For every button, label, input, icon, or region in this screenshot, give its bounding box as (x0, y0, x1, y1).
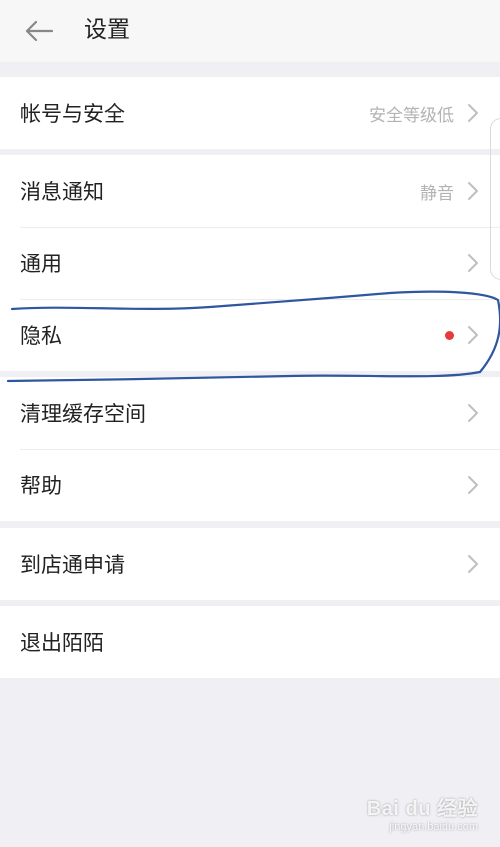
arrow-left-icon (25, 20, 54, 42)
page-title: 设置 (84, 17, 130, 43)
settings-item-account-security[interactable]: 帐号与安全 安全等级低 (0, 77, 500, 149)
watermark-logo: Bai du 经验 (366, 798, 478, 820)
chevron-right-icon (466, 552, 480, 576)
settings-item-label: 隐私 (20, 324, 62, 348)
group-general: 消息通知 静音 通用 隐私 (0, 155, 500, 371)
logout-button[interactable]: 退出陌陌 (0, 606, 500, 678)
watermark-url: jingyan.baidu.com (389, 821, 478, 833)
group-maintenance: 清理缓存空间 帮助 (0, 377, 500, 521)
settings-item-label: 帮助 (20, 474, 62, 498)
app-header: 设置 (0, 0, 500, 62)
settings-item-label: 消息通知 (20, 180, 104, 204)
settings-item-clear-cache[interactable]: 清理缓存空间 (0, 377, 500, 449)
chevron-right-icon (466, 323, 480, 347)
group-logout: 退出陌陌 (0, 606, 500, 678)
group-account: 帐号与安全 安全等级低 (0, 77, 500, 149)
settings-item-store-application[interactable]: 到店通申请 (0, 528, 500, 600)
settings-item-help[interactable]: 帮助 (0, 449, 500, 521)
settings-item-label: 帐号与安全 (20, 102, 125, 126)
chevron-right-icon (466, 179, 480, 203)
settings-item-notifications[interactable]: 消息通知 静音 (0, 155, 500, 227)
settings-item-general[interactable]: 通用 (0, 227, 500, 299)
chevron-right-icon (466, 401, 480, 425)
back-button[interactable] (22, 14, 56, 48)
notification-dot-badge (445, 330, 454, 340)
security-level-value: 安全等级低 (369, 105, 454, 126)
chevron-right-icon (466, 251, 480, 275)
notification-status-value: 静音 (420, 183, 454, 204)
settings-item-label: 清理缓存空间 (20, 402, 146, 426)
settings-item-label: 通用 (20, 252, 62, 276)
chevron-right-icon (466, 101, 480, 125)
settings-item-privacy[interactable]: 隐私 (0, 299, 500, 371)
chevron-right-icon (466, 473, 480, 497)
settings-item-label: 到店通申请 (20, 553, 125, 577)
scroll-indicator (490, 118, 500, 280)
logout-label: 退出陌陌 (20, 631, 104, 655)
watermark: Bai du 经验 jingyan.baidu.com (367, 792, 478, 833)
group-store: 到店通申请 (0, 528, 500, 600)
